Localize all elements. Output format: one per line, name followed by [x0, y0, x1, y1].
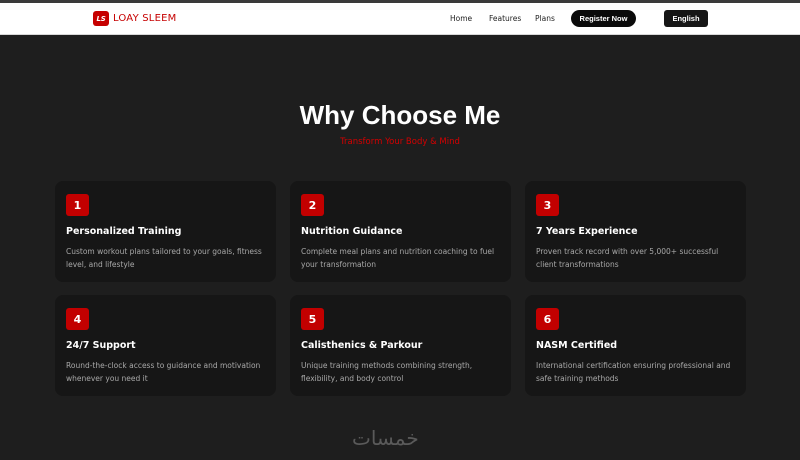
section-title: Why Choose Me [299, 100, 501, 130]
feature-title: Calisthenics & Parkour [301, 340, 423, 351]
feature-description: Proven track record with over 5,000+ suc… [536, 247, 719, 269]
nav-link-features[interactable]: Features [489, 14, 521, 23]
logo[interactable]: LS LOAY SLEEM [93, 11, 176, 26]
logo-text: LOAY SLEEM [113, 13, 177, 24]
section-subtitle: Transform Your Body & Mind [340, 137, 460, 147]
feature-number-badge: 2 [301, 194, 324, 216]
feature-number-badge: 3 [536, 194, 559, 216]
language-button[interactable]: English [664, 10, 708, 27]
feature-title: NASM Certified [536, 340, 618, 351]
feature-title: 24/7 Support [66, 340, 136, 351]
feature-number-badge: 5 [301, 308, 324, 330]
feature-description: Custom workout plans tailored to your go… [66, 247, 262, 269]
feature-card-nutrition-guidance: 2 Nutrition Guidance Complete meal plans… [290, 181, 511, 282]
feature-title: Nutrition Guidance [301, 226, 403, 237]
feature-number-badge: 6 [536, 308, 559, 330]
feature-title: 7 Years Experience [536, 226, 638, 237]
feature-number-badge: 1 [66, 194, 89, 216]
feature-description: Complete meal plans and nutrition coachi… [301, 247, 495, 269]
logo-badge-icon: LS [93, 11, 109, 26]
watermark-text: خمسات [352, 426, 419, 450]
feature-description: Round-the-clock access to guidance and m… [66, 361, 261, 383]
feature-description: Unique training methods combining streng… [301, 361, 473, 383]
feature-number-badge: 4 [66, 308, 89, 330]
nav-link-plans[interactable]: Plans [535, 14, 555, 23]
feature-description: International certification ensuring pro… [536, 361, 731, 383]
nav-link-home[interactable]: Home [450, 14, 472, 23]
feature-card-support: 4 24/7 Support Round-the-clock access to… [55, 295, 276, 396]
feature-title: Personalized Training [66, 226, 182, 237]
feature-card-calisthenics: 5 Calisthenics & Parkour Unique training… [290, 295, 511, 396]
feature-card-experience: 3 7 Years Experience Proven track record… [525, 181, 746, 282]
feature-card-nasm-certified: 6 NASM Certified International certifica… [525, 295, 746, 396]
register-now-button[interactable]: Register Now [571, 10, 636, 27]
navbar: LS LOAY SLEEM Home Features Plans Regist… [0, 3, 800, 35]
feature-card-personalized-training: 1 Personalized Training Custom workout p… [55, 181, 276, 282]
